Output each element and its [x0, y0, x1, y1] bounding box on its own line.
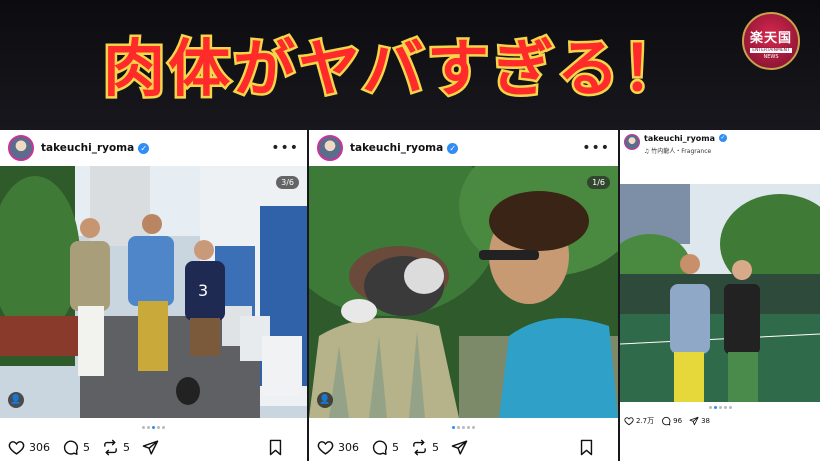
- bookmark-icon: [580, 439, 593, 455]
- headline: 肉体がヤバすぎる！: [0, 18, 820, 128]
- post-photo[interactable]: 1/6 👤: [309, 166, 618, 418]
- comment-button[interactable]: 96: [661, 416, 682, 426]
- logo-line2: ENTERTAINMENT: [750, 48, 792, 53]
- comment-button[interactable]: 5: [62, 439, 90, 456]
- news-logo: 楽天国 ENTERTAINMENT NEWS: [742, 12, 800, 70]
- headline-text: 肉体がヤバすぎる！: [103, 32, 687, 105]
- repost-button[interactable]: 5: [411, 439, 439, 456]
- comment-icon: [372, 440, 387, 455]
- user-tag-icon[interactable]: 👤: [317, 392, 333, 408]
- comment-icon: [63, 440, 78, 455]
- post-header: takeuchi_ryoma ✓ •••: [309, 130, 618, 166]
- like-count: 2.7万: [636, 417, 655, 425]
- post-photo[interactable]: [620, 184, 820, 402]
- tennis-court-photo: [620, 184, 820, 402]
- verified-icon: ✓: [447, 142, 459, 154]
- comment-count: 5: [83, 440, 90, 454]
- like-button[interactable]: 306: [317, 439, 359, 456]
- bookmark-button[interactable]: [268, 439, 287, 456]
- heart-icon: [8, 440, 25, 455]
- share-icon: [451, 439, 468, 455]
- more-icon[interactable]: •••: [582, 140, 610, 156]
- instagram-post-3: takeuchi_ryoma ✓ ♫ 竹内龍人・Fragrance 2.7万 9…: [620, 130, 820, 461]
- repost-icon: [104, 439, 117, 455]
- comment-icon: [662, 416, 671, 426]
- repost-icon: [413, 439, 426, 455]
- post-actions: 2.7万 96 38: [620, 410, 820, 432]
- repost-button[interactable]: 5: [102, 439, 130, 456]
- avatar[interactable]: [8, 135, 34, 161]
- dog-closeup-photo: [309, 166, 618, 418]
- post-photo[interactable]: 3 3/6 👤: [0, 166, 307, 418]
- like-count: 306: [29, 440, 50, 454]
- verified-icon: ✓: [719, 134, 728, 142]
- svg-text:3: 3: [198, 281, 208, 300]
- logo-line3: NEWS: [763, 54, 779, 60]
- post-actions: 306 5 5: [309, 436, 618, 458]
- share-button[interactable]: [142, 439, 163, 456]
- carousel-dots: [620, 406, 820, 409]
- comment-count: 96: [673, 417, 683, 425]
- comment-count: 5: [392, 440, 399, 454]
- image-counter: 1/6: [587, 176, 610, 189]
- heart-icon: [317, 440, 334, 455]
- screenshot-stage: 肉体がヤバすぎる！ 楽天国 ENTERTAINMENT NEWS takeuch…: [0, 0, 820, 461]
- username[interactable]: takeuchi_ryoma: [644, 134, 715, 143]
- username[interactable]: takeuchi_ryoma: [350, 142, 443, 154]
- more-icon[interactable]: •••: [271, 140, 299, 156]
- carousel-dots: [309, 426, 618, 429]
- share-icon: [142, 439, 159, 455]
- repost-count: 5: [432, 440, 439, 454]
- carousel-dots: [0, 426, 307, 429]
- avatar[interactable]: [624, 134, 640, 150]
- post-actions: 306 5 5: [0, 436, 307, 458]
- username[interactable]: takeuchi_ryoma: [41, 142, 134, 154]
- post-header: takeuchi_ryoma ✓ •••: [0, 130, 307, 166]
- comment-button[interactable]: 5: [371, 439, 399, 456]
- share-count: 38: [701, 417, 710, 425]
- like-button[interactable]: 2.7万: [624, 416, 654, 426]
- avatar[interactable]: [317, 135, 343, 161]
- audio-label[interactable]: ♫ 竹内龍人・Fragrance: [644, 146, 820, 156]
- instagram-post-1: takeuchi_ryoma ✓ ••• 3 3/6 👤 306 5 5: [0, 130, 307, 461]
- logo-main: 楽天国: [749, 31, 792, 46]
- share-button[interactable]: [451, 439, 472, 456]
- bookmark-button[interactable]: [579, 439, 598, 456]
- verified-icon: ✓: [138, 142, 150, 154]
- image-counter: 3/6: [276, 176, 299, 189]
- user-tag-icon[interactable]: 👤: [8, 392, 24, 408]
- share-button[interactable]: 38: [689, 416, 710, 426]
- street-walk-photo: 3: [0, 166, 307, 418]
- instagram-post-2: takeuchi_ryoma ✓ ••• 1/6 👤 306 5 5: [309, 130, 618, 461]
- like-button[interactable]: 306: [8, 439, 50, 456]
- repost-count: 5: [123, 440, 130, 454]
- like-count: 306: [338, 440, 359, 454]
- headline-svg: 肉体がヤバすぎる！: [101, 30, 687, 108]
- heart-icon: [624, 417, 634, 426]
- bookmark-icon: [269, 439, 282, 455]
- share-icon: [689, 416, 699, 426]
